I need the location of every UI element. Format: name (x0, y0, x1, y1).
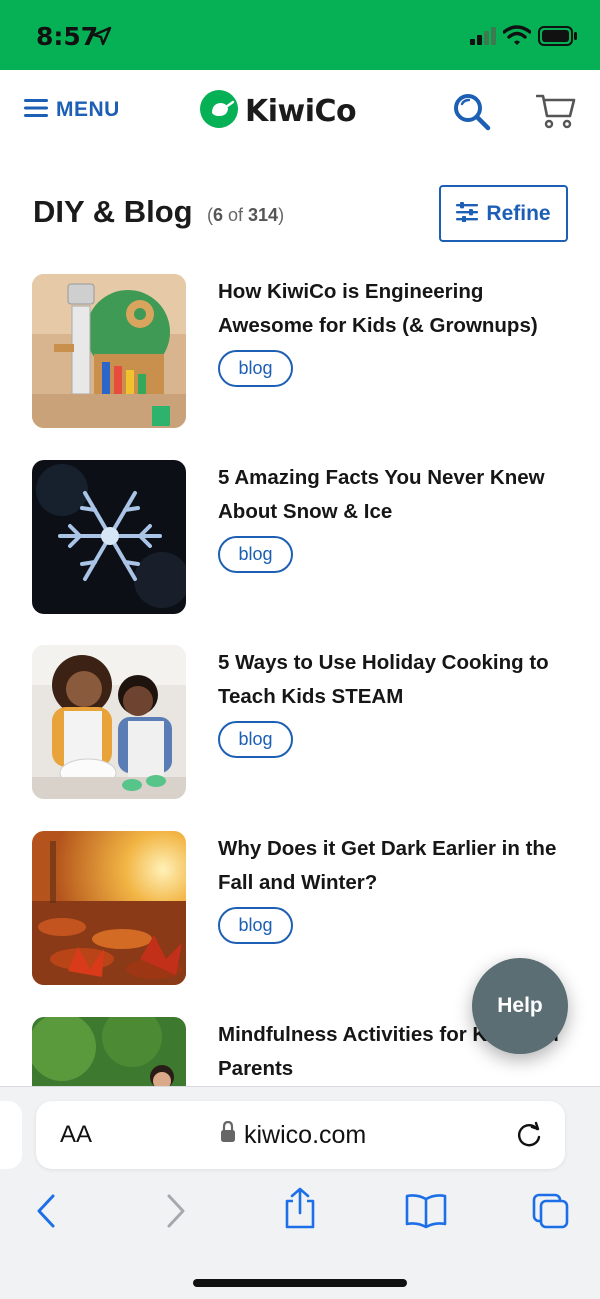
article-title[interactable]: Why Does it Get Dark Earlier in the Fall… (218, 832, 572, 900)
tag-blog[interactable]: blog (218, 536, 293, 573)
menu-label: MENU (56, 98, 120, 121)
hamburger-icon (24, 98, 48, 122)
site-header: MENU KiwiCo (0, 70, 600, 152)
article-title[interactable]: 5 Amazing Facts You Never Knew About Sno… (218, 461, 572, 529)
result-count-close: ) (278, 205, 285, 225)
article-title[interactable]: 5 Ways to Use Holiday Cooking to Teach K… (218, 646, 572, 714)
location-arrow-icon (92, 26, 112, 50)
search-button[interactable] (452, 92, 492, 136)
result-count-of: of (223, 205, 249, 225)
previous-tab-preview[interactable] (0, 1101, 22, 1169)
cellular-signal-icon (470, 27, 498, 49)
sliders-icon (456, 201, 479, 226)
share-button[interactable] (283, 1187, 317, 1233)
article-card[interactable]: How KiwiCo is Engineering Awesome for Ki… (32, 274, 572, 428)
article-card[interactable]: 5 Amazing Facts You Never Knew About Sno… (32, 460, 572, 614)
article-thumbnail-robot-crafts[interactable] (32, 274, 186, 428)
lock-icon (220, 1120, 236, 1150)
forward-icon (164, 1194, 188, 1233)
cart-icon (535, 94, 576, 134)
back-icon (34, 1194, 58, 1233)
status-bar: 8:57 (0, 0, 600, 70)
address-bar[interactable]: AA kiwico.com (36, 1101, 565, 1169)
bookmarks-icon (405, 1194, 447, 1233)
url-text: kiwico.com (244, 1121, 367, 1149)
forward-button[interactable] (164, 1193, 188, 1233)
search-icon (452, 94, 492, 136)
tabs-button[interactable] (532, 1193, 570, 1233)
reload-button[interactable] (515, 1121, 543, 1153)
logo-text: KiwiCo (245, 93, 357, 129)
reload-icon (515, 1121, 543, 1153)
article-thumbnail-snowflake[interactable] (32, 460, 186, 614)
browser-nav-row (0, 1187, 600, 1243)
article-thumbnail-autumn-leaves[interactable] (32, 831, 186, 985)
help-button[interactable]: Help (472, 958, 568, 1054)
article-card[interactable]: 5 Ways to Use Holiday Cooking to Teach K… (32, 645, 572, 799)
text-size-button[interactable]: AA (60, 1121, 92, 1149)
cart-button[interactable] (535, 92, 576, 134)
url-field[interactable]: kiwico.com (220, 1120, 367, 1150)
kiwi-logo-icon (200, 90, 238, 132)
status-time: 8:57 (36, 22, 99, 51)
result-count-shown: 6 (213, 205, 224, 225)
page-title: DIY & Blog (33, 194, 193, 229)
bookmarks-button[interactable] (405, 1193, 447, 1233)
tabs-icon (532, 1193, 570, 1233)
kiwico-logo[interactable]: KiwiCo (200, 90, 357, 132)
tag-blog[interactable]: blog (218, 350, 293, 387)
tag-blog[interactable]: blog (218, 721, 293, 758)
article-card[interactable]: Why Does it Get Dark Earlier in the Fall… (32, 831, 572, 985)
result-count: (6 of 314) (207, 205, 284, 226)
refine-label: Refine (486, 201, 551, 225)
menu-button[interactable]: MENU (24, 98, 120, 122)
tag-blog[interactable]: blog (218, 907, 293, 944)
back-button[interactable] (34, 1193, 58, 1233)
battery-icon (538, 26, 578, 50)
share-icon (283, 1187, 317, 1233)
refine-button[interactable]: Refine (439, 185, 568, 242)
article-thumbnail-kids-cooking[interactable] (32, 645, 186, 799)
article-title[interactable]: How KiwiCo is Engineering Awesome for Ki… (218, 275, 572, 343)
wifi-icon (502, 25, 532, 49)
browser-toolbar: AA kiwico.com (0, 1086, 600, 1299)
home-indicator[interactable] (193, 1279, 407, 1287)
result-count-total: 314 (248, 205, 279, 225)
